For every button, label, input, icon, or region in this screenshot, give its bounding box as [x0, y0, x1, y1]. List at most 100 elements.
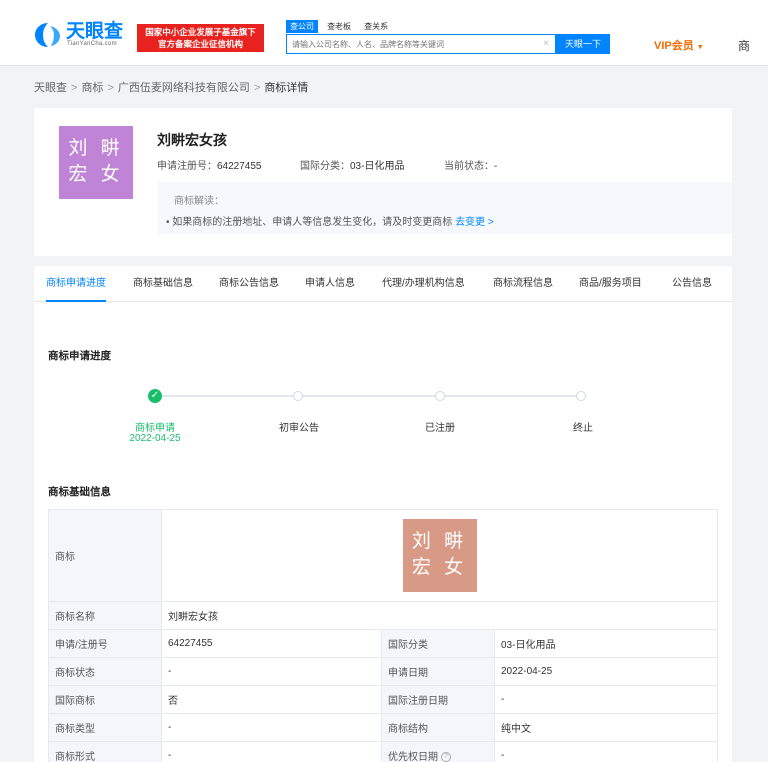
status-value: -: [494, 161, 498, 172]
class-meta: 国际分类：03-日化用品: [300, 157, 404, 172]
step-label-application: 商标申请: [135, 423, 175, 434]
progress-section-title: 商标申请进度: [48, 350, 111, 362]
table-row: 商标名称 刘畊宏女孩: [48, 601, 718, 630]
search-tabs: 查公司 查老板 查关系: [286, 20, 394, 34]
reg-no-label: 申请注册号：: [157, 161, 217, 172]
trademark-logo-line-2: 宏 女: [68, 164, 124, 185]
table-value: 否: [161, 685, 382, 714]
search-tab-relation[interactable]: 查关系: [360, 20, 392, 33]
trademark-card: 刘 畊 宏 女 刘畊宏女孩 申请注册号：64227455 国际分类：03-日化用…: [34, 108, 732, 256]
table-key-with-help: 优先权日期?: [381, 741, 495, 762]
banner-line-2: 官方备案企业征信机构: [157, 39, 243, 49]
interpretation-title: 商标解读：: [174, 196, 224, 207]
table-key: 申请日期: [381, 657, 495, 686]
header-more-link[interactable]: 商: [738, 37, 750, 54]
trademark-table-image-line-2: 宏 女: [411, 557, 468, 578]
trademark-name: 刘畊宏女孩: [157, 132, 227, 148]
table-value: -: [161, 657, 382, 686]
help-icon[interactable]: ?: [441, 752, 451, 762]
logo-text: 天眼查: [66, 20, 124, 42]
change-link[interactable]: 去变更 >: [455, 217, 494, 228]
breadcrumb: 天眼查 > 商标 > 广西伍麦网络科技有限公司 > 商标详情: [34, 79, 308, 95]
class-label: 国际分类：: [300, 161, 350, 172]
status-label: 当前状态：: [444, 161, 494, 172]
table-key: 商标结构: [381, 713, 495, 742]
basic-info-section-title: 商标基础信息: [48, 486, 111, 498]
vip-label: VIP会员: [654, 40, 694, 52]
breadcrumb-trademark[interactable]: 商标: [81, 82, 103, 94]
trademark-logo-line-1: 刘 畊: [68, 138, 124, 159]
step-pending-dot-icon: [435, 391, 445, 401]
breadcrumb-current: 商标详情: [264, 82, 309, 94]
table-value: 刘畊宏女孩: [161, 601, 718, 630]
table-key: 商标形式: [48, 741, 162, 762]
table-key-trademark: 商标: [48, 509, 162, 602]
table-value: 纯中文: [494, 713, 718, 742]
table-key: 国际注册日期: [381, 685, 495, 714]
banner-line-1: 国家中小企业发展子基金旗下: [145, 27, 256, 37]
table-key: 国际分类: [381, 629, 495, 658]
table-row: 商标类型 - 商标结构 纯中文: [48, 713, 718, 742]
table-row: 国际商标 否 国际注册日期 -: [48, 685, 718, 714]
detail-tabs: 商标申请进度 商标基础信息 商标公告信息 申请人信息 代理/办理机构信息 商标流…: [34, 266, 732, 302]
class-value: 03-日化用品: [350, 161, 405, 172]
tab-basic-info[interactable]: 商标基础信息: [133, 266, 193, 302]
table-value: 64227455: [161, 629, 382, 658]
table-key: 商标状态: [48, 657, 162, 686]
step-label-terminated: 终止: [573, 423, 593, 434]
table-value: -: [161, 713, 382, 742]
progress-track: [155, 395, 584, 397]
table-trademark-image-cell: 刘 畊 宏 女: [161, 509, 718, 602]
table-key: 优先权日期: [388, 752, 438, 762]
trademark-table-image-line-1: 刘 畊: [411, 531, 468, 552]
trademark-interpretation-panel: 商标解读： • 如果商标的注册地址、申请人等信息发生变化，请及时变更商标 去变更…: [158, 182, 732, 234]
table-row: 申请/注册号 64227455 国际分类 03-日化用品: [48, 629, 718, 658]
step-pending-dot-icon: [576, 391, 586, 401]
credit-banner[interactable]: 国家中小企业发展子基金旗下 官方备案企业征信机构: [137, 24, 264, 52]
breadcrumb-home[interactable]: 天眼查: [34, 82, 67, 94]
vip-menu[interactable]: VIP会员 ▼: [654, 37, 704, 53]
search-box: ×: [286, 34, 556, 54]
table-value: -: [494, 685, 718, 714]
clear-icon[interactable]: ×: [543, 38, 549, 50]
search-tab-company[interactable]: 查公司: [286, 20, 318, 33]
table-key: 商标类型: [48, 713, 162, 742]
table-key: 国际商标: [48, 685, 162, 714]
table-key: 商标名称: [48, 601, 162, 630]
caret-down-icon: ▼: [696, 44, 704, 51]
step-label-preliminary: 初审公告: [279, 423, 319, 434]
tab-agency-info[interactable]: 代理/办理机构信息: [382, 266, 465, 302]
reg-no-meta: 申请注册号：64227455: [157, 157, 262, 172]
breadcrumb-separator: >: [71, 82, 78, 94]
table-row: 商标 刘 畊 宏 女: [48, 509, 718, 602]
search-tab-boss[interactable]: 查老板: [323, 20, 355, 33]
table-value: 2022-04-25: [494, 657, 718, 686]
search-button[interactable]: 天眼一下: [556, 34, 610, 54]
tab-public-notice[interactable]: 公告信息: [672, 266, 712, 302]
reg-no-value: 64227455: [217, 161, 262, 172]
tab-applicant-info[interactable]: 申请人信息: [305, 266, 355, 302]
tab-process-info[interactable]: 商标流程信息: [493, 266, 553, 302]
step-done-check-icon: ✓: [148, 389, 162, 403]
table-value: -: [494, 741, 718, 762]
tab-application-progress[interactable]: 商标申请进度: [46, 266, 106, 302]
main-content: 商标申请进度 ✓ 商标申请 2022-04-25 初审公告 已注册 终止 商标基…: [34, 302, 732, 762]
breadcrumb-company[interactable]: 广西伍麦网络科技有限公司: [118, 82, 250, 94]
step-label-registered: 已注册: [425, 423, 455, 434]
table-value: 03-日化用品: [494, 629, 718, 658]
breadcrumb-separator: >: [107, 82, 114, 94]
interpretation-text-row: • 如果商标的注册地址、申请人等信息发生变化，请及时变更商标 去变更 >: [166, 213, 716, 228]
tab-announcement-info[interactable]: 商标公告信息: [219, 266, 279, 302]
step-pending-dot-icon: [293, 391, 303, 401]
logo-subtext: TianYanCha.com: [67, 41, 117, 47]
basic-info-table: 商标 刘 畊 宏 女 商标名称 刘畊宏女孩 申请/注册号 64227455 国际…: [48, 509, 718, 762]
search-input[interactable]: [287, 35, 539, 53]
trademark-logo-image: 刘 畊 宏 女: [59, 126, 133, 199]
tab-goods-services[interactable]: 商品/服务项目: [579, 266, 642, 302]
interpretation-text: • 如果商标的注册地址、申请人等信息发生变化，请及时变更商标: [166, 217, 453, 228]
breadcrumb-separator: >: [253, 82, 261, 94]
tianyancha-logo[interactable]: 天眼查 TianYanCha.com: [34, 20, 130, 50]
logo-mark-icon: [35, 23, 60, 47]
table-key: 申请/注册号: [48, 629, 162, 658]
table-value: -: [161, 741, 382, 762]
